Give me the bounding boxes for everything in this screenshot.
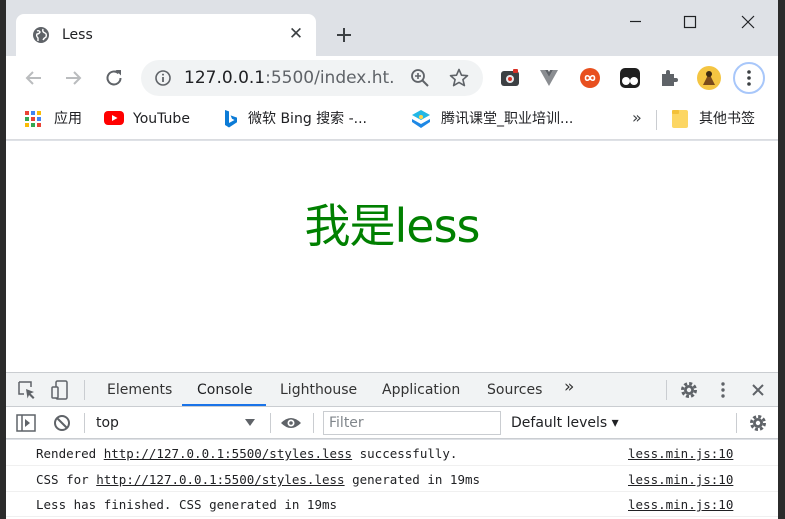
close-devtools-icon[interactable]: [747, 379, 769, 401]
bookmark-bing[interactable]: 微软 Bing 搜索 -...: [222, 108, 367, 130]
extension-vue-devtools-icon[interactable]: [538, 67, 560, 89]
youtube-icon: [104, 111, 124, 125]
message-source-link[interactable]: less.min.js:10: [628, 472, 733, 488]
console-sidebar-toggle-icon[interactable]: [15, 413, 37, 433]
tab-title: Less: [62, 27, 93, 43]
bookmark-label: 腾讯课堂_职业培训...: [441, 111, 574, 127]
apps-grid-icon: [25, 111, 41, 127]
context-value: top: [96, 415, 119, 431]
zoom-icon[interactable]: [409, 67, 431, 89]
bookmark-apps[interactable]: 应用: [22, 108, 82, 130]
toolbar-divider: [84, 413, 85, 433]
console-message: Rendered http://127.0.0.1:5500/styles.le…: [36, 446, 457, 462]
site-info-icon[interactable]: [154, 69, 172, 87]
devtools-tab-console[interactable]: Console: [197, 382, 253, 398]
page-viewport: [6, 141, 778, 372]
more-vertical-icon[interactable]: [712, 379, 734, 401]
bookmark-label: 微软 Bing 搜索 -...: [248, 111, 368, 127]
message-text: Rendered: [36, 446, 104, 461]
bookmark-star-icon[interactable]: [448, 67, 470, 89]
extensions-puzzle-icon[interactable]: [658, 66, 682, 90]
reload-icon[interactable]: [102, 66, 126, 90]
profile-avatar-icon[interactable]: [696, 65, 722, 91]
page-heading: 我是less: [304, 199, 480, 253]
device-toolbar-icon[interactable]: [49, 379, 71, 401]
devtools-tab-application[interactable]: Application: [382, 382, 460, 398]
forward-icon[interactable]: [61, 66, 85, 90]
window-minimize-icon[interactable]: [616, 6, 656, 36]
toolbar-divider: [84, 380, 85, 400]
message-link[interactable]: http://127.0.0.1:5500/styles.less: [104, 446, 352, 461]
toolbar-divider: [736, 413, 737, 433]
bookmark-label: 应用: [54, 111, 82, 127]
url-text[interactable]: 127.0.0.1:5500/index.ht...: [184, 68, 396, 88]
message-text: generated in 19ms: [344, 472, 481, 487]
url-path: :5500/index.ht...: [265, 68, 396, 88]
window-maximize-icon[interactable]: [670, 6, 710, 36]
toolbar-divider: [270, 413, 271, 433]
more-vertical-icon: [747, 70, 751, 86]
extension-tampermonkey-icon[interactable]: [618, 66, 642, 90]
message-text: CSS for: [36, 472, 97, 487]
settings-gear-icon[interactable]: [678, 379, 700, 401]
inspect-element-icon[interactable]: [16, 379, 38, 401]
other-bookmarks[interactable]: 其他书签: [671, 108, 755, 130]
tab-close-icon[interactable]: ✕: [286, 24, 306, 44]
message-text: Less has finished. CSS generated in 19ms: [36, 497, 338, 512]
console-settings-gear-icon[interactable]: [747, 412, 769, 434]
desktop-right-edge: [778, 0, 785, 519]
devtools-tab-lighthouse[interactable]: Lighthouse: [280, 382, 357, 398]
devtools-tab-elements[interactable]: Elements: [107, 382, 172, 398]
browser-tab[interactable]: [16, 14, 316, 56]
window-close-icon[interactable]: [728, 6, 768, 36]
toolbar-divider: [313, 413, 314, 433]
bookmark-youtube[interactable]: YouTube: [104, 110, 190, 127]
clear-console-icon[interactable]: [52, 413, 72, 433]
bookmark-tencent-classroom[interactable]: 腾讯课堂_职业培训...: [410, 108, 573, 130]
live-expression-eye-icon[interactable]: [279, 413, 303, 433]
message-source-link[interactable]: less.min.js:10: [628, 446, 733, 462]
console-message: CSS for http://127.0.0.1:5500/styles.les…: [36, 472, 480, 488]
message-text: successfully.: [352, 446, 458, 461]
more-tabs-chevron[interactable]: »: [564, 379, 574, 396]
log-levels-dropdown[interactable]: Default levels ▾: [511, 415, 619, 431]
toolbar-divider: [666, 380, 667, 400]
extension-camera-icon[interactable]: [498, 66, 522, 90]
globe-icon: [32, 26, 50, 44]
bookmarks-divider: [656, 110, 657, 130]
bookmarks-overflow-chevron[interactable]: »: [632, 109, 642, 127]
bookmark-label: YouTube: [133, 111, 190, 127]
chevron-down-icon: [244, 417, 256, 427]
folder-icon: [672, 110, 688, 128]
back-icon[interactable]: [22, 66, 46, 90]
new-tab-icon[interactable]: [332, 23, 356, 47]
extension-infinity-icon[interactable]: [578, 66, 602, 90]
message-source-link[interactable]: less.min.js:10: [628, 497, 733, 513]
chrome-menu-button[interactable]: [733, 62, 765, 94]
tencent-classroom-icon: [412, 110, 430, 128]
message-link[interactable]: http://127.0.0.1:5500/styles.less: [96, 472, 344, 487]
console-filter-input[interactable]: [323, 411, 501, 435]
console-message: Less has finished. CSS generated in 19ms: [36, 497, 337, 513]
context-selector[interactable]: top: [92, 412, 264, 434]
devtools-tab-sources[interactable]: Sources: [487, 382, 542, 398]
bing-icon: [225, 110, 237, 128]
url-host: 127.0.0.1: [184, 68, 266, 88]
other-bookmarks-label: 其他书签: [699, 111, 755, 127]
active-tab-indicator: [182, 404, 266, 406]
